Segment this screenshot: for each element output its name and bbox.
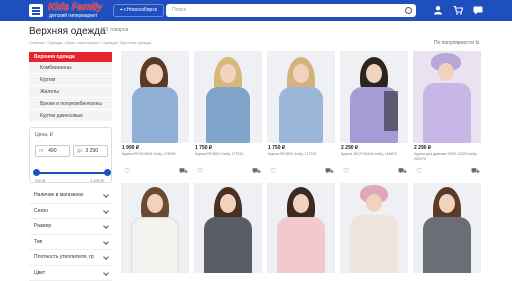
product-card[interactable] xyxy=(121,183,189,273)
product-title[interactable]: Куртка для девочки 21K5 12329 Incity, 20… xyxy=(414,152,480,161)
menu-icon[interactable] xyxy=(29,4,43,17)
category-menu: Верхняя одежда Комбинезоны Куртки Жилеты… xyxy=(29,52,112,122)
price-min-label: 490 ₽ xyxy=(35,178,45,183)
product-card[interactable] xyxy=(194,183,262,273)
product-card[interactable]: 2 290 ₽ Куртка для девочки 21K5 12329 In… xyxy=(413,51,481,182)
price-to-input[interactable]: до 3 290 xyxy=(73,145,108,157)
price-filter-label: Цена, ₽ xyxy=(35,132,53,138)
chat-icon[interactable] xyxy=(473,5,483,15)
chevron-down-icon xyxy=(103,223,109,229)
filter-insulation[interactable]: Плотность утеплителя, гр xyxy=(29,250,112,266)
filter-stock[interactable]: Наличие в магазинах xyxy=(29,188,112,204)
breadcrumb[interactable]: Главная / Одежда, обувь, аксессуары / Од… xyxy=(29,40,151,45)
product-price: 2 290 ₽ xyxy=(341,145,358,151)
product-card[interactable] xyxy=(267,183,335,273)
product-image[interactable] xyxy=(121,183,189,273)
add-to-cart-icon[interactable]: ⛟ xyxy=(179,167,188,176)
add-to-cart-icon[interactable]: ⛟ xyxy=(471,167,480,176)
top-header: Kids Family детский гипермаркет ⌖ г.Ново… xyxy=(0,0,512,21)
search-input[interactable]: Поиск xyxy=(166,4,416,17)
product-card[interactable]: 1 750 ₽ Куртка RF.5521 Incity, 177214 ♡ … xyxy=(194,51,262,182)
filter-season[interactable]: Сезон xyxy=(29,204,112,220)
sidebar-item[interactable]: Брюки и полукомбинезоны xyxy=(29,98,112,110)
logo[interactable]: Kids Family детский гипермаркет xyxy=(48,2,108,19)
product-image[interactable] xyxy=(340,51,408,143)
chevron-down-icon xyxy=(103,254,109,260)
chevron-down-icon xyxy=(103,192,109,198)
product-card[interactable]: 1 750 ₽ Куртка RF.5521 Incity, 177215 ♡ … xyxy=(267,51,335,182)
sidebar-item[interactable]: Куртки джинсовые xyxy=(29,110,112,122)
sidebar-item[interactable]: Жилеты xyxy=(29,86,112,98)
product-title[interactable]: Куртка RF.5521 Incity, 177215 xyxy=(268,152,334,157)
product-card[interactable]: 1 990 ₽ Куртка RF.90.5024 Incity, 174676… xyxy=(121,51,189,182)
sidebar-item-active[interactable]: Верхняя одежда xyxy=(29,52,112,62)
product-image[interactable] xyxy=(267,51,335,143)
logo-subtitle: детский гипермаркет xyxy=(49,13,97,19)
product-title[interactable]: Куртка RF.90.5024 Incity, 174676 xyxy=(122,152,188,157)
city-label: г.Новосибирск xyxy=(124,7,157,13)
product-card[interactable] xyxy=(413,183,481,273)
product-image[interactable] xyxy=(340,183,408,273)
page-title: Верхняя одежда xyxy=(29,26,106,37)
price-slider-track xyxy=(36,172,108,174)
price-max-label: 3 290 ₽ xyxy=(90,178,104,183)
heart-icon[interactable]: ♡ xyxy=(270,167,276,175)
product-price: 1 990 ₽ xyxy=(122,145,139,151)
filter-size[interactable]: Размер xyxy=(29,219,112,235)
product-image[interactable] xyxy=(194,183,262,273)
product-title[interactable]: Куртка RF.5521 Incity, 177214 xyxy=(195,152,261,157)
price-slider-max-handle[interactable] xyxy=(104,169,111,176)
sidebar-item[interactable]: Куртки xyxy=(29,74,112,86)
heart-icon[interactable]: ♡ xyxy=(416,167,422,175)
product-card[interactable] xyxy=(340,183,408,273)
location-pin-icon: ⌖ xyxy=(120,7,123,13)
add-to-cart-icon[interactable]: ⛟ xyxy=(325,167,334,176)
product-image[interactable] xyxy=(413,183,481,273)
sort-label: По популярности xyxy=(434,40,474,46)
user-icon[interactable] xyxy=(433,5,443,15)
city-selector[interactable]: ⌖ г.Новосибирск xyxy=(113,4,164,17)
filter-color[interactable]: Цвет xyxy=(29,266,112,281)
add-to-cart-icon[interactable]: ⛟ xyxy=(398,167,407,176)
sort-dropdown[interactable]: По популярности ⇅ xyxy=(434,40,479,46)
heart-icon[interactable]: ♡ xyxy=(343,167,349,175)
search-icon[interactable] xyxy=(405,7,412,14)
heart-icon[interactable]: ♡ xyxy=(197,167,203,175)
product-image[interactable] xyxy=(413,51,481,143)
price-slider-min-handle[interactable] xyxy=(33,169,40,176)
product-price: 2 290 ₽ xyxy=(414,145,431,151)
product-image[interactable] xyxy=(121,51,189,143)
chevron-down-icon xyxy=(103,239,109,245)
chevron-down-icon xyxy=(103,208,109,214)
search-placeholder: Поиск xyxy=(172,7,186,13)
cart-icon[interactable] xyxy=(453,5,463,15)
product-image[interactable] xyxy=(267,183,335,273)
product-title[interactable]: Куртка JW.2Y3422A Incity, 169873 xyxy=(341,152,407,157)
product-image[interactable] xyxy=(194,51,262,143)
price-filter: Цена, ₽ от 490 до 3 290 490 ₽ 3 290 ₽ xyxy=(29,127,112,183)
filter-list: Наличие в магазинах Сезон Размер Тип Пло… xyxy=(29,188,112,281)
sort-icon: ⇅ xyxy=(475,40,479,46)
product-count: 179 товаров xyxy=(100,27,128,33)
filter-type[interactable]: Тип xyxy=(29,235,112,251)
price-from-input[interactable]: от 490 xyxy=(35,145,70,157)
product-price: 1 750 ₽ xyxy=(195,145,212,151)
heart-icon[interactable]: ♡ xyxy=(124,167,130,175)
product-price: 1 750 ₽ xyxy=(268,145,285,151)
add-to-cart-icon[interactable]: ⛟ xyxy=(252,167,261,176)
product-card[interactable]: 2 290 ₽ Куртка JW.2Y3422A Incity, 169873… xyxy=(340,51,408,182)
sidebar-item[interactable]: Комбинезоны xyxy=(29,62,112,74)
logo-text: Kids Family xyxy=(48,2,102,13)
